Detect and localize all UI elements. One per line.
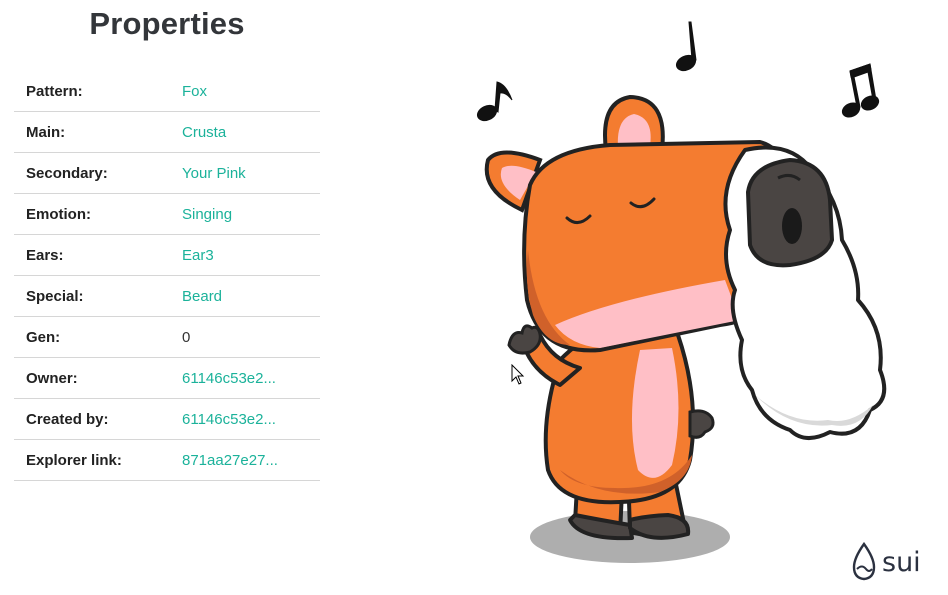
property-label: Created by: [14,398,182,440]
properties-panel: Properties Pattern: Fox Main: Crusta Secon… [14,0,320,481]
property-value-ears[interactable]: Ear3 [182,234,320,276]
table-row: Gen: 0 [14,316,320,358]
capybara-belly [631,348,679,478]
table-row: Created by: 61146c53e2... [14,398,320,440]
singing-mouth [782,208,802,244]
sui-drop-icon [852,542,876,581]
property-label: Gen: [14,316,182,358]
explorer-link[interactable]: 871aa27e27... [182,439,320,481]
property-value-pattern[interactable]: Fox [182,71,320,112]
table-row: Ears: Ear3 [14,234,320,276]
capybara-illustration [476,21,887,563]
table-row: Main: Crusta [14,111,320,153]
sui-logo-text: sui [882,546,921,578]
owner-link[interactable]: 61146c53e2... [182,357,320,399]
table-row: Secondary: Your Pink [14,152,320,194]
music-note-icon [675,21,697,72]
property-value-gen: 0 [182,316,320,358]
property-value-emotion[interactable]: Singing [182,193,320,235]
property-label: Secondary: [14,152,182,194]
sui-logo: sui [850,540,921,584]
property-label: Special: [14,275,182,317]
music-note-icon [476,81,513,122]
property-label: Emotion: [14,193,182,235]
property-label: Main: [14,111,182,153]
page-title: Properties [89,6,245,41]
property-label: Explorer link: [14,439,182,481]
beamed-music-notes-icon [841,63,880,118]
property-value-main[interactable]: Crusta [182,111,320,153]
property-label: Owner: [14,357,182,399]
property-value-special[interactable]: Beard [182,275,320,317]
table-row: Owner: 61146c53e2... [14,357,320,399]
property-value-secondary[interactable]: Your Pink [182,152,320,194]
table-row: Pattern: Fox [14,71,320,112]
properties-table: Pattern: Fox Main: Crusta Secondary: Your P… [14,71,320,481]
table-row: Explorer link: 871aa27e27... [14,439,320,481]
table-row: Special: Beard [14,275,320,317]
cursor-pointer-icon [511,364,525,385]
property-label: Ears: [14,234,182,276]
property-label: Pattern: [14,71,182,112]
created-by-link[interactable]: 61146c53e2... [182,398,320,440]
table-row: Emotion: Singing [14,193,320,235]
